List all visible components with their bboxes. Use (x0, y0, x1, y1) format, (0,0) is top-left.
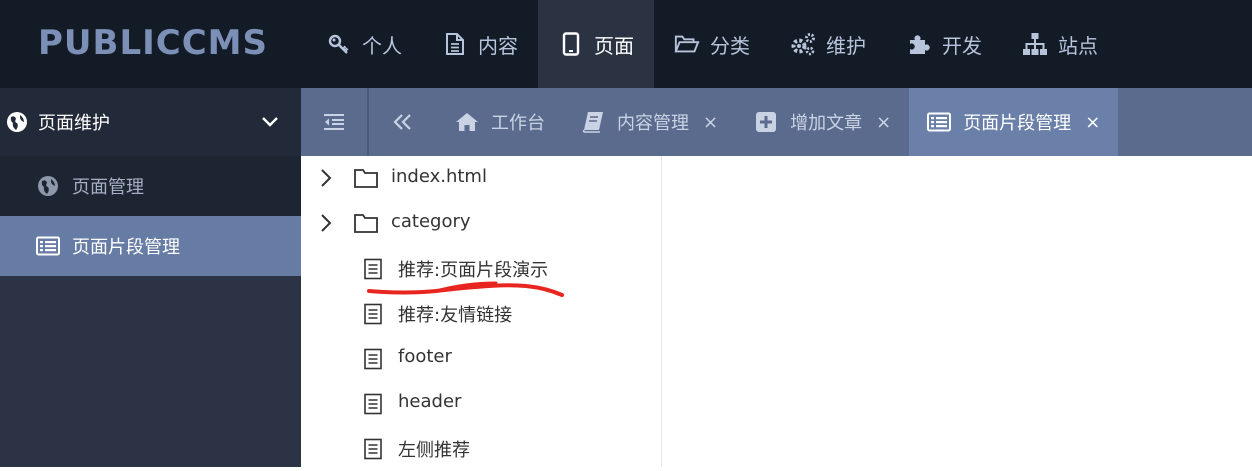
main-content-area (663, 156, 1252, 467)
sidebar-section-title: 页面维护 (38, 113, 110, 134)
file-text-icon (364, 258, 382, 280)
top-navigation-bar: PUBLICCMS 个人 内容 页面 分类 维护 开发 站点 (0, 0, 1252, 88)
list-alt-icon (36, 234, 60, 258)
file-text-icon (364, 303, 382, 325)
sidebar-item-label: 页面片段管理 (72, 237, 180, 258)
tree-item-label: header (398, 391, 462, 412)
annotation-underline (367, 281, 564, 297)
nav-label-site: 站点 (1058, 33, 1098, 58)
tree-item-label: 推荐:友情链接 (398, 305, 513, 326)
chevron-right-icon[interactable] (319, 213, 333, 233)
sitemap-icon (1022, 31, 1048, 57)
tree-item-folder[interactable]: category (301, 201, 662, 246)
tree-item-label: index.html (391, 166, 487, 187)
scroll-tabs-left-button[interactable] (369, 88, 437, 156)
tree-item-label: footer (398, 346, 452, 367)
nav-item-personal[interactable]: 个人 (306, 0, 422, 88)
nav-item-develop[interactable]: 开发 (886, 0, 1002, 88)
tab-label: 增加文章 (790, 113, 863, 134)
home-icon (455, 110, 479, 134)
file-text-icon (364, 393, 382, 415)
nav-item-maintenance[interactable]: 维护 (770, 0, 886, 88)
tree-item-file[interactable]: header (301, 381, 662, 426)
nav-item-site[interactable]: 站点 (1002, 0, 1118, 88)
tab-workbench[interactable]: 工作台 (437, 88, 563, 156)
puzzle-icon (906, 31, 932, 57)
key-icon (326, 31, 352, 57)
nav-item-content[interactable]: 内容 (422, 0, 538, 88)
tablet-icon (558, 31, 584, 57)
folder-icon (354, 214, 378, 233)
close-icon[interactable]: × (703, 112, 718, 133)
tab-label: 内容管理 (617, 113, 689, 134)
nav-item-category[interactable]: 分类 (654, 0, 770, 88)
close-icon[interactable]: × (876, 112, 891, 133)
tab-label: 页面片段管理 (963, 113, 1072, 134)
sidebar-item-fragment-management[interactable]: 页面片段管理 (0, 216, 301, 276)
nav-item-page[interactable]: 页面 (538, 0, 654, 88)
book-icon (581, 110, 605, 134)
close-icon[interactable]: × (1085, 112, 1100, 133)
logo[interactable]: PUBLICCMS (24, 10, 267, 76)
nav-label-develop: 开发 (942, 33, 982, 58)
tree-item-label: category (391, 211, 471, 232)
list-alt-icon (927, 110, 952, 134)
nav-label-maintenance: 维护 (826, 33, 866, 58)
double-angle-left-icon (393, 113, 413, 131)
folder-open-icon (674, 31, 700, 57)
sidebar-item-page-management[interactable]: 页面管理 (0, 156, 301, 216)
file-text-icon (364, 438, 382, 460)
tree-item-label: 左侧推荐 (398, 440, 470, 461)
tree-item-file[interactable]: footer (301, 336, 662, 381)
main-nav: 个人 内容 页面 分类 维护 开发 站点 (306, 0, 1118, 88)
sidebar-toggle-button[interactable] (301, 88, 369, 156)
plus-square-icon (754, 110, 778, 134)
tab-add-article[interactable]: 增加文章 × (736, 88, 909, 156)
sidebar-item-label: 页面管理 (72, 177, 144, 198)
tab-content-management[interactable]: 内容管理 × (563, 88, 736, 156)
chevron-right-icon[interactable] (319, 168, 333, 188)
outdent-icon (323, 113, 345, 131)
file-text-icon (364, 348, 382, 370)
sidebar-section-header[interactable]: 页面维护 (0, 88, 301, 156)
nav-label-category: 分类 (710, 33, 750, 58)
folder-icon (354, 169, 378, 188)
globe-icon (36, 174, 60, 198)
tab-bar: 工作台 内容管理 × 增加文章 × 页面片段管理 × (301, 88, 1252, 156)
file-text-icon (442, 31, 468, 57)
tab-label: 工作台 (491, 113, 545, 134)
sidebar: 页面维护 页面管理 页面片段管理 (0, 88, 301, 467)
tree-item-file[interactable]: 左侧推荐 (301, 426, 662, 471)
globe-icon (6, 111, 28, 133)
logo-text: PUBLICCMS (38, 23, 268, 63)
chevron-down-icon[interactable] (261, 112, 279, 133)
gears-icon (790, 31, 816, 57)
nav-label-personal: 个人 (362, 33, 402, 58)
tab-fragment-management[interactable]: 页面片段管理 × (909, 88, 1119, 156)
tree-item-folder[interactable]: index.html (301, 156, 662, 201)
fragment-tree: index.html category 推荐:页面片段演示 推荐:友情链接 fo… (301, 156, 662, 467)
nav-label-page: 页面 (594, 33, 634, 58)
nav-label-content: 内容 (478, 33, 518, 58)
